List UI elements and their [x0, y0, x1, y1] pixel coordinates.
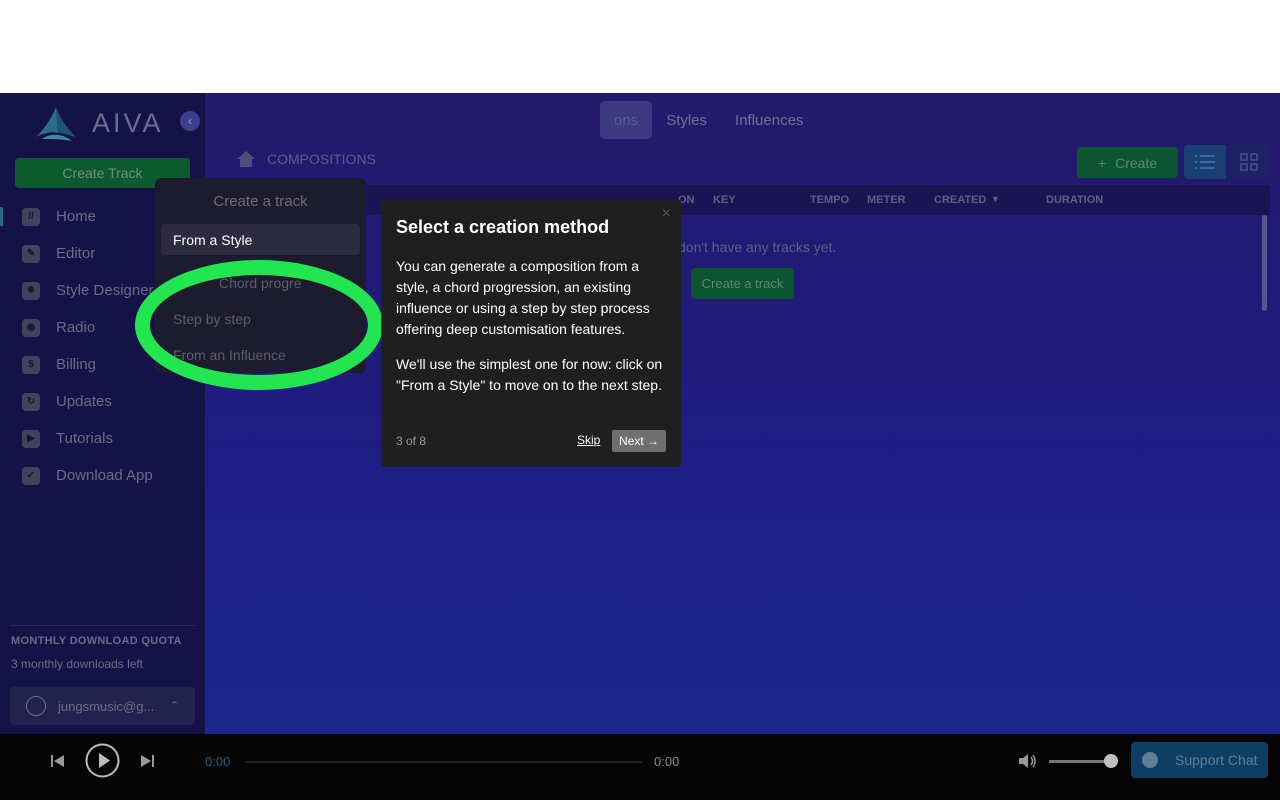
tab-compositions[interactable]: ons: [600, 101, 653, 139]
tab-influences[interactable]: Influences: [721, 101, 817, 139]
popover-description: You can generate a composition from a st…: [396, 258, 650, 337]
palette-icon: ✸: [22, 281, 40, 300]
collapse-sidebar-button[interactable]: ‹: [180, 111, 200, 131]
sidebar-item-tutorials[interactable]: ▶ Tutorials: [0, 420, 205, 457]
sidebar-item-label: Tutorials: [56, 430, 113, 447]
dropdown-option-from-style[interactable]: From a Style: [161, 224, 360, 255]
sidebar-item-label: Download App: [56, 467, 153, 484]
play-icon[interactable]: [85, 743, 120, 778]
empty-state-text: don't have any tracks yet.: [678, 239, 837, 255]
chevron-up-icon: ⌃: [169, 700, 179, 712]
tour-popover: × Select a creation method You can gener…: [381, 199, 681, 467]
tab-styles[interactable]: Styles: [652, 101, 721, 139]
refresh-icon: ↻: [22, 392, 40, 411]
home-icon[interactable]: [236, 150, 256, 168]
sidebar-item-label: Editor: [56, 245, 96, 262]
logo[interactable]: AIVA: [32, 103, 164, 143]
brand-name: AIVA: [92, 107, 164, 138]
quota-title: MONTHLY DOWNLOAD QUOTA: [11, 635, 182, 647]
sidebar-item-label: Billing: [56, 356, 97, 373]
support-chat-button[interactable]: Support Chat: [1131, 742, 1268, 778]
skip-next-icon[interactable]: [139, 753, 155, 769]
current-time: 0:00: [205, 754, 231, 769]
sidebar-item-label: Style Designer: [56, 282, 154, 299]
create-track-inline-button[interactable]: Create a track: [691, 268, 794, 299]
user-avatar-icon: [26, 696, 46, 716]
download-icon: ✓: [22, 466, 40, 485]
user-menu-button[interactable]: jungsmusic@g... ⌃: [10, 687, 195, 725]
column-header-tempo[interactable]: TEMPO: [810, 194, 849, 206]
sidebar-item-download-app[interactable]: ✓ Download App: [0, 457, 205, 494]
plus-icon: +: [1097, 154, 1107, 171]
home-icon: //: [22, 207, 40, 226]
skip-button[interactable]: Skip: [577, 433, 600, 447]
list-view-icon: [1195, 155, 1215, 169]
create-label: Create: [1115, 154, 1158, 171]
volume-slider[interactable]: [1049, 760, 1111, 763]
quota-text: 3 monthly downloads left: [11, 657, 144, 671]
sidebar-item-updates[interactable]: ↻ Updates: [0, 383, 205, 420]
chat-icon: [1142, 752, 1158, 768]
close-icon[interactable]: ×: [662, 205, 671, 223]
chevron-left-icon: ‹: [188, 114, 192, 128]
sidebar-item-label: Updates: [56, 393, 112, 410]
support-chat-label: Support Chat: [1175, 752, 1258, 768]
table-header: ON KEY TEMPO METER CREATED ▼ DURATION: [220, 185, 1270, 215]
radio-icon: ◉: [22, 318, 40, 337]
sidebar-item-label: Home: [56, 208, 97, 225]
sidebar-item-label: Radio: [56, 319, 96, 336]
grid-view-icon: [1240, 153, 1258, 171]
popover-progress: 3 of 8: [396, 434, 427, 448]
column-header-key[interactable]: KEY: [713, 194, 736, 206]
grid-view-button[interactable]: [1228, 145, 1270, 179]
total-time: 0:00: [654, 754, 680, 769]
popover-title: Select a creation method: [396, 217, 610, 237]
skip-previous-icon[interactable]: [50, 753, 66, 769]
next-button[interactable]: Next →: [612, 430, 666, 452]
user-email: jungsmusic@g...: [58, 698, 155, 714]
breadcrumb-label[interactable]: COMPOSITIONS: [267, 151, 376, 167]
volume-icon[interactable]: [1017, 751, 1039, 771]
breadcrumb: COMPOSITIONS: [236, 150, 376, 168]
progress-bar[interactable]: [245, 761, 642, 763]
dropdown-title: Create a track: [213, 193, 308, 210]
pencil-icon: ✎: [22, 244, 40, 263]
list-view-button[interactable]: [1184, 145, 1226, 179]
volume-slider-handle[interactable]: [1104, 754, 1118, 768]
app-window: AIVA ‹ Create Track // Home ✎ Editor ✸ S…: [0, 93, 1280, 800]
scrollbar[interactable]: [1262, 215, 1267, 311]
play-icon: ▶: [22, 429, 40, 448]
audio-player: 0:00 0:00 Support Chat: [0, 734, 1280, 800]
sort-down-icon[interactable]: ▼: [991, 194, 1000, 204]
aiva-logo-icon: [36, 107, 76, 141]
dollar-icon: $: [22, 355, 40, 374]
column-header-created[interactable]: CREATED: [934, 194, 986, 206]
divider: [10, 625, 195, 626]
column-header-duration[interactable]: DURATION: [1046, 194, 1103, 206]
column-header-meter[interactable]: METER: [867, 194, 906, 206]
highlight-ring: [135, 260, 383, 390]
create-button[interactable]: + Create: [1077, 147, 1178, 178]
popover-instruction: We'll use the simplest one for now: clic…: [396, 356, 663, 393]
main-tabs: ons Styles Influences: [600, 101, 817, 139]
